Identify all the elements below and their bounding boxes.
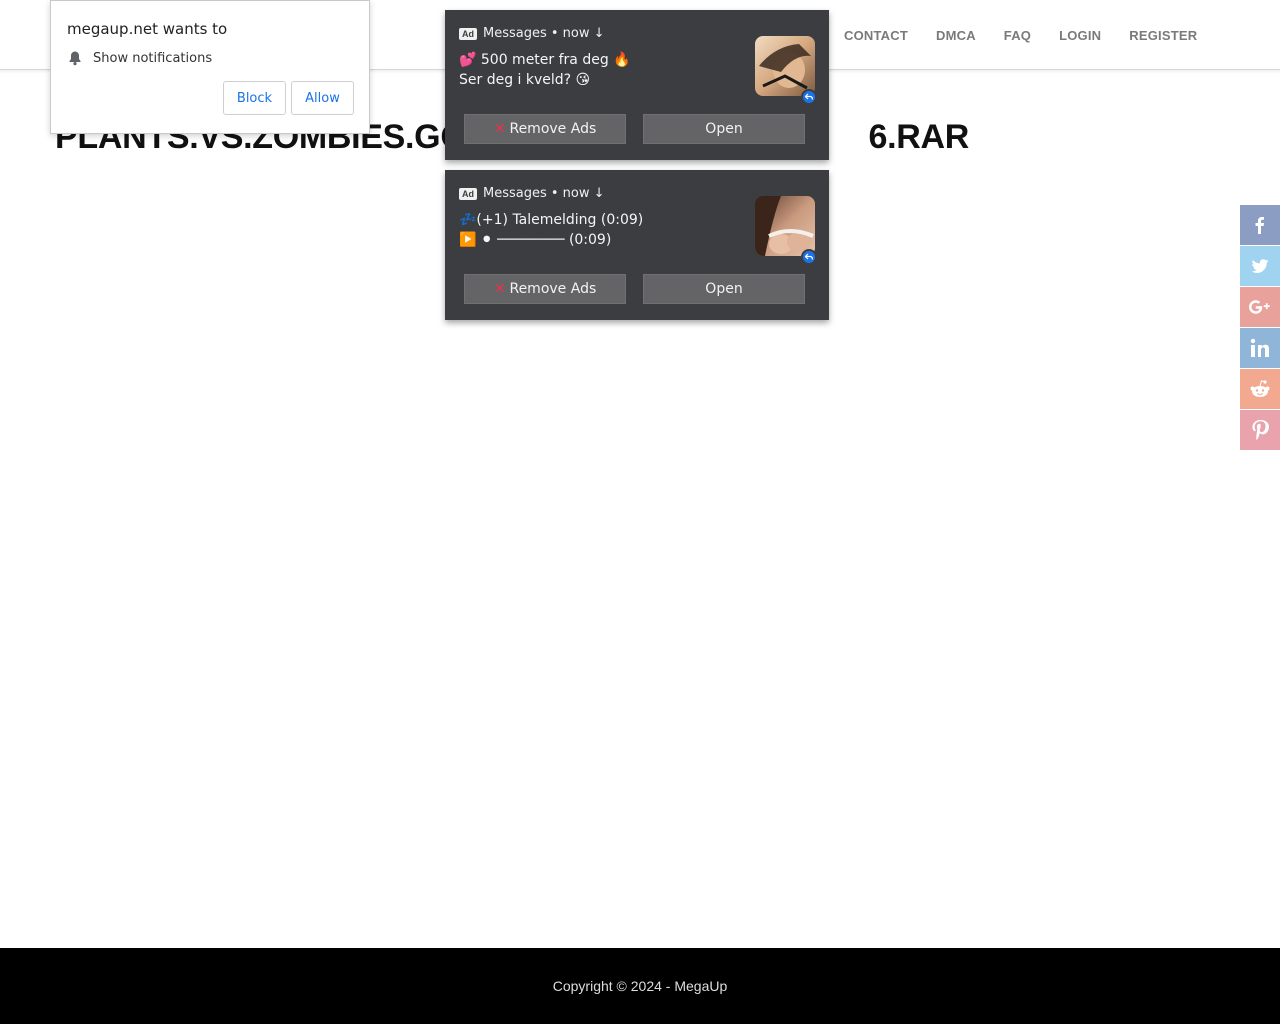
google-plus-icon: [1249, 300, 1270, 314]
remove-ads-button[interactable]: ✕ Remove Ads: [464, 114, 626, 144]
nav-links: CONTACT DMCA FAQ LOGIN REGISTER: [830, 0, 1211, 70]
permission-prompt-item: Show notifications: [67, 50, 212, 66]
notification-header: Ad Messages • now ↓: [459, 186, 605, 201]
linkedin-icon: [1250, 338, 1269, 357]
pinterest-icon: [1252, 420, 1269, 440]
share-linkedin-button[interactable]: [1240, 328, 1280, 368]
share-twitter-button[interactable]: [1240, 246, 1280, 286]
remove-ads-label: Remove Ads: [509, 121, 597, 137]
reply-icon: [801, 249, 817, 265]
nav-link-contact[interactable]: CONTACT: [830, 28, 922, 43]
block-button[interactable]: Block: [223, 81, 286, 115]
page-title-end: 6.RAR: [868, 118, 970, 156]
reddit-icon: [1250, 380, 1270, 397]
nav-link-register[interactable]: REGISTER: [1115, 28, 1211, 43]
notification-thumbnail: [755, 196, 815, 256]
footer: Copyright © 2024 - MegaUp: [0, 948, 1280, 1024]
close-icon: ✕: [493, 121, 506, 137]
facebook-icon: [1255, 217, 1264, 234]
nav-link-login[interactable]: LOGIN: [1045, 28, 1115, 43]
ad-notification-1[interactable]: Ad Messages • now ↓ 💕 500 meter fra deg …: [445, 10, 829, 160]
open-button[interactable]: Open: [643, 274, 805, 304]
social-share-bar: [1240, 205, 1280, 451]
notification-line-2: ▶️ ⚫ ──────── (0:09): [459, 232, 612, 248]
notification-header: Ad Messages • now ↓: [459, 26, 605, 41]
nav-link-dmca[interactable]: DMCA: [922, 28, 990, 43]
remove-ads-button[interactable]: ✕ Remove Ads: [464, 274, 626, 304]
reply-icon: [801, 89, 817, 105]
ad-badge: Ad: [459, 27, 477, 40]
notification-thumbnail: [755, 36, 815, 96]
share-pinterest-button[interactable]: [1240, 410, 1280, 450]
remove-ads-label: Remove Ads: [509, 281, 597, 297]
permission-prompt-text: Show notifications: [93, 50, 213, 66]
nav-link-faq[interactable]: FAQ: [990, 28, 1045, 43]
notification-source: Messages • now ↓: [483, 186, 605, 201]
ad-notification-2[interactable]: Ad Messages • now ↓ 💤(+1) Talemelding (0…: [445, 170, 829, 320]
ad-badge: Ad: [459, 187, 477, 200]
share-facebook-button[interactable]: [1240, 205, 1280, 245]
copyright-text: Copyright © 2024 - MegaUp: [552, 978, 728, 994]
notification-line-2: Ser deg i kveld? 😘: [459, 72, 591, 88]
permission-prompt-title: megaup.net wants to: [67, 20, 228, 38]
twitter-icon: [1251, 259, 1269, 273]
close-icon: ✕: [493, 281, 506, 297]
share-reddit-button[interactable]: [1240, 369, 1280, 409]
allow-button[interactable]: Allow: [291, 81, 354, 115]
share-google-plus-button[interactable]: [1240, 287, 1280, 327]
bell-icon: [69, 51, 81, 66]
notification-line-1: 💤(+1) Talemelding (0:09): [459, 212, 644, 228]
open-button[interactable]: Open: [643, 114, 805, 144]
notification-permission-prompt: megaup.net wants to Show notifications B…: [50, 0, 370, 134]
notification-line-1: 💕 500 meter fra deg 🔥: [459, 52, 631, 68]
notification-source: Messages • now ↓: [483, 26, 605, 41]
